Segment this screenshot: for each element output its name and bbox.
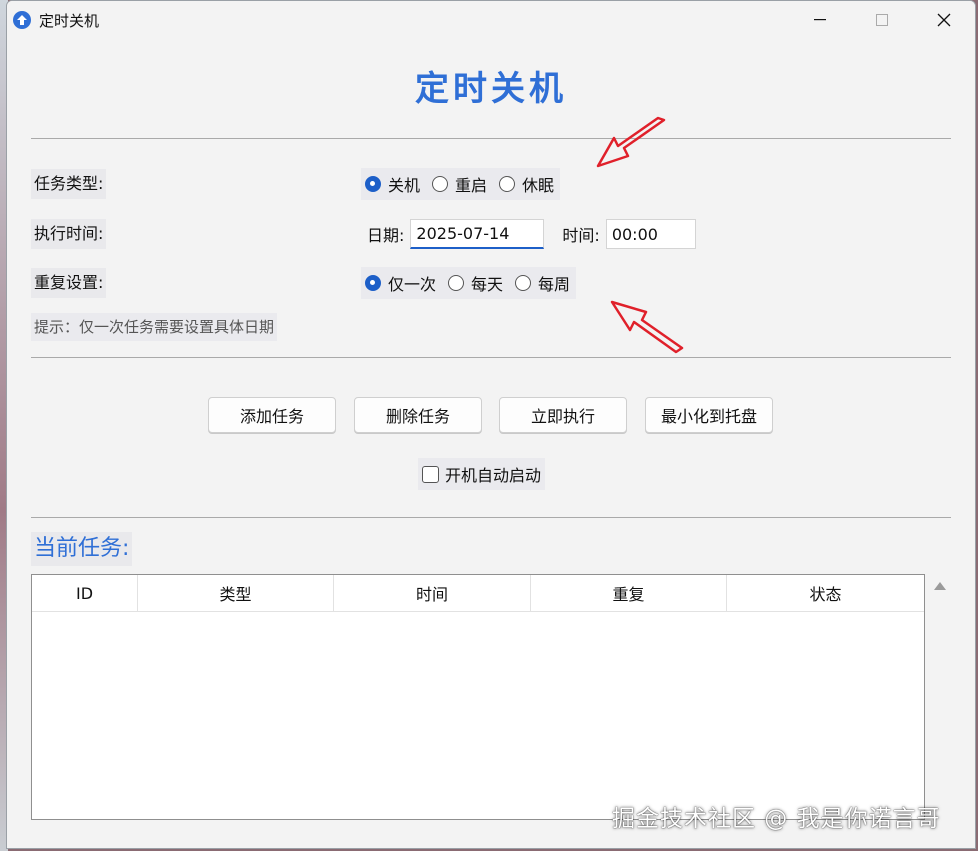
run-now-button[interactable]: 立即执行 bbox=[499, 397, 627, 433]
date-input[interactable] bbox=[410, 219, 545, 249]
radio-unchecked-icon[interactable] bbox=[432, 176, 449, 192]
client-area: 定时关机 任务类型: 关机 重启 休眠 执行时间: 日期: 时间: bbox=[7, 39, 975, 848]
task-type-label: 任务类型: bbox=[31, 169, 107, 199]
radio-shutdown[interactable]: 关机 bbox=[365, 172, 420, 196]
radio-sleep[interactable]: 休眠 bbox=[499, 172, 554, 196]
radio-unchecked-icon[interactable] bbox=[448, 275, 465, 291]
tasks-table[interactable]: ID 类型 时间 重复 状态 bbox=[31, 574, 925, 820]
radio-label: 休眠 bbox=[522, 176, 555, 195]
radio-label: 每天 bbox=[471, 275, 504, 294]
maximize-icon[interactable] bbox=[851, 1, 913, 39]
time-label: 时间: bbox=[562, 226, 600, 245]
tasks-title: 当前任务: bbox=[31, 532, 133, 566]
radio-once[interactable]: 仅一次 bbox=[365, 271, 436, 295]
hint-text: 提示：仅一次任务需要设置具体日期 bbox=[31, 313, 278, 341]
radio-unchecked-icon[interactable] bbox=[499, 176, 516, 192]
column-header-status[interactable]: 状态 bbox=[727, 575, 924, 611]
date-label: 日期: bbox=[367, 226, 405, 245]
divider bbox=[31, 517, 951, 518]
table-header: ID 类型 时间 重复 状态 bbox=[32, 575, 924, 612]
radio-checked-icon[interactable] bbox=[365, 176, 381, 192]
divider bbox=[31, 357, 951, 358]
time-input[interactable] bbox=[605, 219, 696, 249]
window-title: 定时关机 bbox=[39, 12, 100, 30]
add-task-button[interactable]: 添加任务 bbox=[208, 397, 336, 433]
repeat-radio-group: 仅一次 每天 每周 bbox=[361, 267, 577, 299]
watermark: 掘金技术社区 @ 我是你诺言哥 bbox=[612, 806, 941, 832]
radio-unchecked-icon[interactable] bbox=[515, 275, 532, 291]
autostart-checkbox[interactable]: 开机自动启动 bbox=[418, 458, 546, 490]
radio-weekly[interactable]: 每周 bbox=[515, 271, 570, 295]
app-icon bbox=[13, 11, 31, 29]
minimize-icon[interactable] bbox=[789, 1, 851, 39]
column-header-repeat[interactable]: 重复 bbox=[531, 575, 727, 611]
page-title: 定时关机 bbox=[415, 69, 567, 109]
scroll-up-icon[interactable] bbox=[934, 582, 946, 590]
radio-label: 每周 bbox=[538, 275, 571, 294]
autostart-label: 开机自动启动 bbox=[445, 466, 542, 485]
radio-daily[interactable]: 每天 bbox=[448, 271, 503, 295]
repeat-label: 重复设置: bbox=[31, 268, 107, 298]
radio-label: 重启 bbox=[455, 176, 488, 195]
exec-time-label: 执行时间: bbox=[31, 219, 107, 249]
minimize-to-tray-button[interactable]: 最小化到托盘 bbox=[645, 397, 773, 433]
column-header-time[interactable]: 时间 bbox=[334, 575, 531, 611]
close-icon[interactable] bbox=[913, 1, 975, 39]
annotation-arrow-icon bbox=[596, 116, 666, 168]
task-type-radio-group: 关机 重启 休眠 bbox=[361, 168, 561, 200]
app-window: 定时关机 定时关机 任务类型: 关机 重启 休眠 执行时间: 日期: 2025-… bbox=[6, 0, 976, 849]
radio-label: 关机 bbox=[388, 176, 421, 195]
column-header-type[interactable]: 类型 bbox=[138, 575, 334, 611]
checkbox-icon[interactable] bbox=[422, 465, 439, 483]
vertical-scrollbar[interactable] bbox=[929, 574, 951, 820]
annotation-arrow-icon bbox=[610, 300, 684, 354]
title-bar[interactable]: 定时关机 bbox=[7, 1, 975, 39]
exec-time-row: 日期: 时间: bbox=[361, 217, 696, 251]
radio-label: 仅一次 bbox=[388, 275, 437, 294]
divider bbox=[31, 138, 951, 139]
column-header-id[interactable]: ID bbox=[32, 575, 138, 611]
delete-task-button[interactable]: 删除任务 bbox=[354, 397, 482, 433]
radio-checked-icon[interactable] bbox=[365, 275, 381, 291]
radio-restart[interactable]: 重启 bbox=[432, 172, 487, 196]
